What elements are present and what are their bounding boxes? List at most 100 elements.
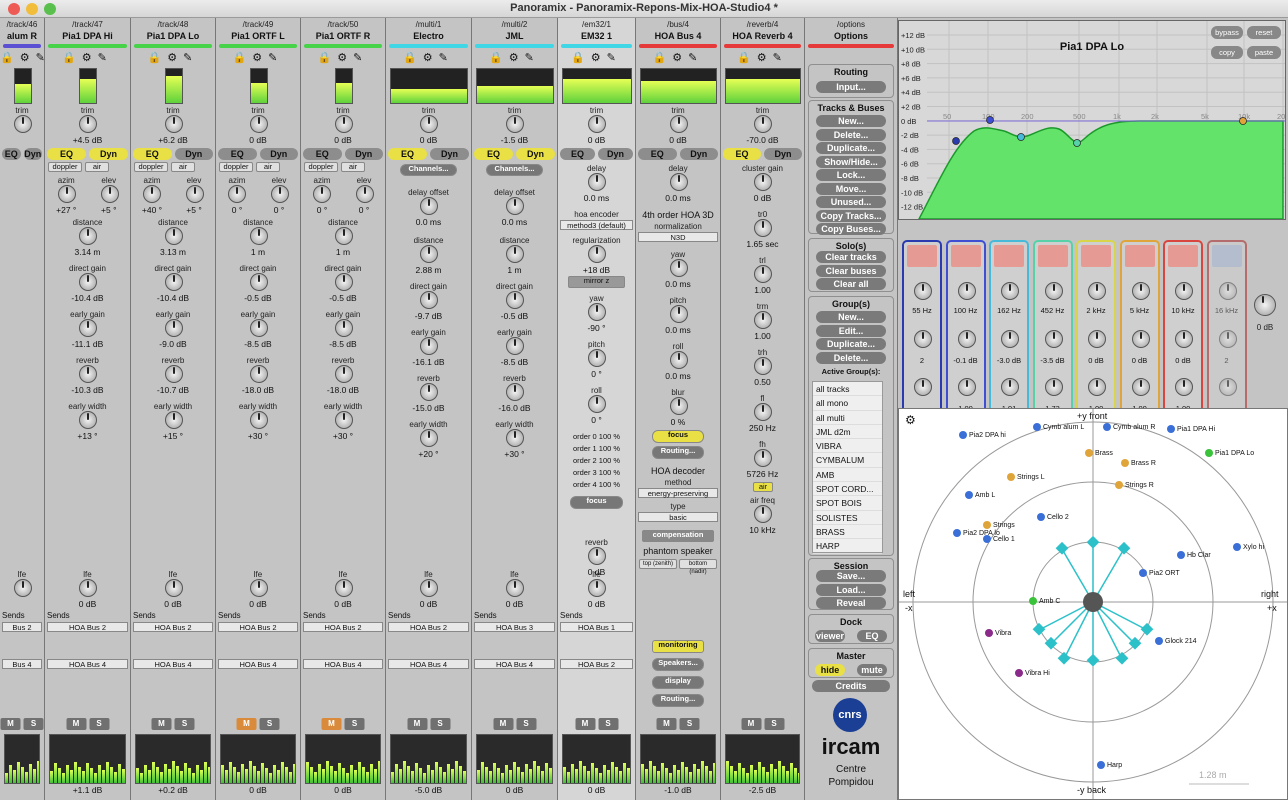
air-button[interactable]: air <box>341 162 365 172</box>
lock-icon[interactable]: 🔒 <box>233 52 253 64</box>
active-group-item[interactable]: BRASS <box>813 525 882 540</box>
lfe-knob[interactable] <box>79 579 97 597</box>
edit-icon[interactable]: ✎ <box>268 52 283 64</box>
focus-button[interactable]: focus <box>570 496 623 509</box>
source-dot-icon[interactable] <box>1007 473 1015 481</box>
azim-knob[interactable] <box>57 185 76 203</box>
air-toggle[interactable]: air <box>753 482 773 492</box>
eq-band-5[interactable]: 2 kHz 0 dB 1.00 <box>1076 240 1116 422</box>
direct-gain-knob[interactable] <box>334 273 353 291</box>
trim-knob[interactable] <box>420 115 438 133</box>
hide-button[interactable]: hide <box>815 664 845 676</box>
trim-knob[interactable] <box>13 115 32 133</box>
edit-icon[interactable]: ✎ <box>98 52 113 64</box>
trim-knob[interactable] <box>754 115 772 133</box>
tracks-button[interactable]: Copy Buses... <box>816 223 886 235</box>
elev-knob[interactable] <box>100 185 119 203</box>
band-q-knob[interactable] <box>1131 378 1150 396</box>
eq-band-2[interactable]: 100 Hz -0.1 dB 1.00 <box>945 240 986 422</box>
output-meter[interactable] <box>220 734 296 784</box>
early-gain-knob[interactable] <box>420 337 438 355</box>
monitoring-button[interactable]: monitoring <box>652 640 704 653</box>
monitor-routing-button[interactable]: Routing... <box>652 694 704 707</box>
top-zenith-button[interactable]: top (zenith) <box>639 559 677 569</box>
active-group-item[interactable]: SPOT CORD... <box>813 482 882 497</box>
solo-button[interactable]: S <box>89 718 109 730</box>
lock-icon[interactable]: 🔒 <box>318 52 338 64</box>
panner-source[interactable]: Glock 214 <box>1155 637 1197 645</box>
elev-knob[interactable] <box>270 185 289 203</box>
source-dot-icon[interactable] <box>983 535 991 543</box>
gear-icon[interactable]: ⚙ <box>82 52 98 64</box>
dyn-button[interactable]: Dyn <box>89 148 128 160</box>
dock-eq-button[interactable]: EQ <box>857 630 887 642</box>
eq-master-gain-knob[interactable] <box>1254 294 1276 316</box>
panner-source[interactable]: Strings <box>983 521 1015 529</box>
tr0-knob[interactable] <box>754 219 772 237</box>
edit-icon[interactable]: ✎ <box>773 52 788 64</box>
yaw-knob[interactable] <box>669 259 688 277</box>
cluster-gain-knob[interactable] <box>754 173 772 191</box>
band-freq-knob[interactable] <box>1175 282 1193 300</box>
group-button[interactable]: Edit... <box>816 324 886 337</box>
direct-gain-knob[interactable] <box>506 291 524 309</box>
output-meter[interactable] <box>390 734 467 784</box>
early-width-knob[interactable] <box>249 411 268 429</box>
source-dot-icon[interactable] <box>1205 449 1213 457</box>
panner-source[interactable]: Amb L <box>965 491 995 499</box>
reverb-knob[interactable] <box>506 383 524 401</box>
early-gain-knob[interactable] <box>249 319 268 337</box>
encoder-select[interactable]: method3 (default) <box>560 220 633 230</box>
strip-name[interactable]: Pia1 ORTF R <box>301 31 385 41</box>
band-q-knob[interactable] <box>914 378 932 396</box>
tracks-button[interactable]: Unused... <box>816 196 886 208</box>
air-button[interactable]: air <box>171 162 195 172</box>
display-button[interactable]: display <box>652 676 704 689</box>
tracks-button[interactable]: Delete... <box>816 128 886 141</box>
reverb-knob[interactable] <box>164 365 183 383</box>
panner-source[interactable]: Cymb alum R <box>1103 423 1155 431</box>
bus-focus-button[interactable]: focus <box>652 430 704 443</box>
direct-gain-knob[interactable] <box>79 273 97 291</box>
azim-knob[interactable] <box>228 185 247 203</box>
early-width-knob[interactable] <box>506 429 524 447</box>
order-row[interactable]: order 3 100 % <box>558 468 635 477</box>
lfe-knob[interactable] <box>334 579 353 597</box>
azim-knob[interactable] <box>313 185 332 203</box>
edit-icon[interactable]: ✎ <box>688 52 703 64</box>
gear-icon[interactable]: ⚙ <box>167 52 183 64</box>
source-dot-icon[interactable] <box>1037 513 1045 521</box>
panner-settings-gear-icon[interactable]: ⚙ <box>905 413 916 427</box>
lfe-knob[interactable] <box>506 579 524 597</box>
filter-shape-icon[interactable] <box>1037 245 1068 267</box>
source-dot-icon[interactable] <box>1177 551 1185 559</box>
active-group-item[interactable]: SPOT BOIS <box>813 496 882 511</box>
band-gain-knob[interactable] <box>1088 330 1106 348</box>
output-meter[interactable] <box>4 734 40 784</box>
trl-knob[interactable] <box>754 265 772 283</box>
trim-knob[interactable] <box>249 115 268 133</box>
blur-knob[interactable] <box>669 397 688 415</box>
filter-shape-icon[interactable] <box>907 245 937 267</box>
active-group-item[interactable]: JML d2m <box>813 425 882 440</box>
air-freq-knob[interactable] <box>754 505 772 523</box>
band-q-knob[interactable] <box>957 378 976 396</box>
trim-knob[interactable] <box>334 115 353 133</box>
eq-button[interactable]: EQ <box>303 148 342 160</box>
lfe-knob[interactable] <box>420 579 438 597</box>
early-gain-knob[interactable] <box>506 337 524 355</box>
lock-icon[interactable]: 🔒 <box>571 52 591 64</box>
output-meter[interactable] <box>640 734 716 784</box>
source-dot-icon[interactable] <box>959 431 967 439</box>
eq-band-7[interactable]: 10 kHz 0 dB 1.00 <box>1163 240 1203 422</box>
eq-band-1[interactable]: 55 Hz 2 <box>902 240 942 422</box>
trim-knob[interactable] <box>164 115 183 133</box>
eq-band-handle[interactable] <box>986 116 994 124</box>
source-dot-icon[interactable] <box>953 529 961 537</box>
distance-knob[interactable] <box>164 227 183 245</box>
source-dot-icon[interactable] <box>1015 669 1023 677</box>
dyn-button[interactable]: Dyn <box>23 148 42 160</box>
group-button[interactable]: New... <box>816 311 886 323</box>
reset-button[interactable]: reset <box>1247 26 1281 39</box>
source-dot-icon[interactable] <box>1029 597 1037 605</box>
